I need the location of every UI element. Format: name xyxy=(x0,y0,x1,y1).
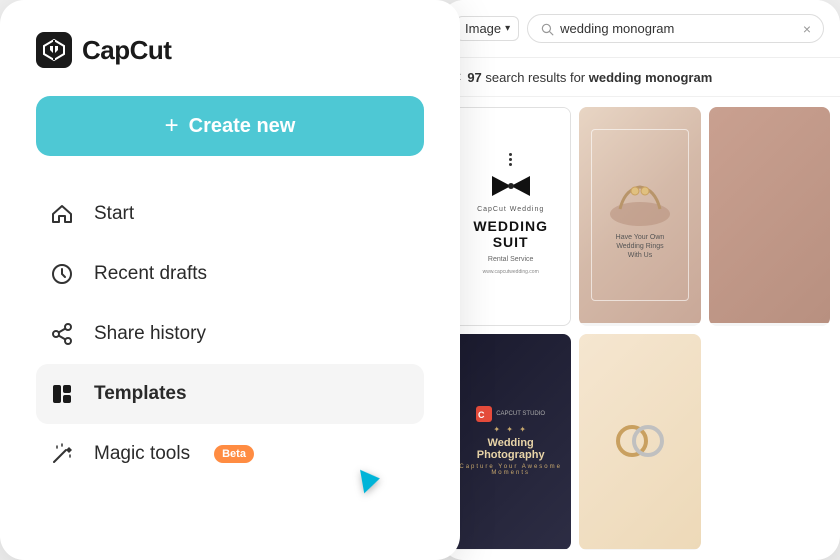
image-filter-label: Image xyxy=(465,21,501,36)
image-grid: CapCut Wedding WEDDING SUIT Rental Servi… xyxy=(440,97,840,560)
share-icon xyxy=(48,320,76,348)
sidebar-item-share-history[interactable]: Share history xyxy=(36,304,424,364)
logo-area: CapCut xyxy=(36,32,424,68)
rings-preview xyxy=(579,334,700,550)
wedding-photo-subtitle: ✦ ✦ ✦ xyxy=(493,425,528,434)
search-bar: Image ▾ × xyxy=(440,0,840,58)
plus-icon: + xyxy=(165,114,179,138)
right-panel: Image ▾ × ‹ 97 search results for weddin… xyxy=(440,0,840,560)
jewelry-caption-text: Have Your OwnWedding RingsWith Us xyxy=(616,233,665,260)
jewelry-preview: Have Your OwnWedding RingsWith Us xyxy=(579,107,700,323)
sidebar-item-share-history-label: Share history xyxy=(94,323,206,345)
create-button-label: Create new xyxy=(189,115,296,138)
search-icon xyxy=(540,22,554,36)
clear-search-button[interactable]: × xyxy=(803,22,811,36)
results-query: wedding monogram xyxy=(589,70,713,85)
card-caption-rings: Rings xyxy=(579,549,700,550)
card-caption-jewelry: Jewelry Wedding Rings Promotion Instagra… xyxy=(579,323,700,326)
partial-preview xyxy=(709,107,830,323)
image-card-jewelry[interactable]: Have Your OwnWedding RingsWith Us Jewelr… xyxy=(579,107,700,326)
card-caption-wedding-photo: Wedding Photography xyxy=(450,549,571,550)
studio-logo: C CAPCUT STUDIO xyxy=(476,406,545,422)
dropdown-arrow-icon: ▾ xyxy=(505,23,510,34)
clock-icon xyxy=(48,260,76,288)
nav-items: Start Recent drafts xyxy=(36,184,424,484)
wedding-photo-title: WeddingPhotography xyxy=(477,437,545,461)
capcut-logo-icon xyxy=(36,32,72,68)
suit-title-text: WEDDING SUIT xyxy=(463,219,558,250)
home-icon xyxy=(48,200,76,228)
cursor-pointer xyxy=(360,467,382,494)
sidebar-item-templates-label: Templates xyxy=(94,383,187,405)
results-count-text: 97 search results for wedding monogram xyxy=(467,70,712,85)
jewelry-frame: Have Your OwnWedding RingsWith Us xyxy=(591,129,688,302)
suit-decoration xyxy=(509,153,512,166)
image-card-rings[interactable]: Rings xyxy=(579,334,700,551)
suit-brand-text: CapCut Wedding xyxy=(477,206,544,213)
sidebar-item-magic-tools-label: Magic tools xyxy=(94,443,190,465)
card-caption-wedding-suit: Wedding rental service Instagram story xyxy=(451,320,570,325)
sidebar-item-start[interactable]: Start xyxy=(36,184,424,244)
magic-icon xyxy=(48,440,76,468)
wedding-photo-preview: C CAPCUT STUDIO ✦ ✦ ✦ WeddingPhotography… xyxy=(450,334,571,550)
wedding-suit-preview: CapCut Wedding WEDDING SUIT Rental Servi… xyxy=(451,108,570,320)
suit-url-text: www.capcutwedding.com xyxy=(483,269,539,275)
svg-text:C: C xyxy=(478,410,485,420)
rings-svg-icon xyxy=(610,416,670,466)
create-new-button[interactable]: + Create new xyxy=(36,96,424,156)
card-caption-partial: We... xyxy=(709,323,830,326)
search-input[interactable] xyxy=(560,21,797,36)
hands-rings-icon xyxy=(600,169,680,229)
sidebar-item-recent-drafts-label: Recent drafts xyxy=(94,263,207,285)
image-filter-dropdown[interactable]: Image ▾ xyxy=(456,16,519,41)
sidebar-item-templates[interactable]: Templates xyxy=(36,364,424,424)
sidebar-item-start-label: Start xyxy=(94,203,134,225)
app-title: CapCut xyxy=(82,35,171,66)
sidebar-item-recent-drafts[interactable]: Recent drafts xyxy=(36,244,424,304)
suit-subtitle-text: Rental Service xyxy=(488,256,534,263)
beta-badge: Beta xyxy=(214,445,254,463)
bow-tie-icon xyxy=(486,172,536,200)
search-results-header: ‹ 97 search results for wedding monogram xyxy=(440,58,840,97)
search-input-wrapper: × xyxy=(527,14,824,43)
results-count: 97 xyxy=(467,70,481,85)
results-label: search results for xyxy=(485,70,588,85)
image-card-wedding-photo[interactable]: C CAPCUT STUDIO ✦ ✦ ✦ WeddingPhotography… xyxy=(450,334,571,551)
image-card-wedding-suit[interactable]: CapCut Wedding WEDDING SUIT Rental Servi… xyxy=(450,107,571,326)
wedding-photo-tagline: Capture Your Awesome Moments xyxy=(458,464,563,476)
templates-icon xyxy=(48,380,76,408)
left-panel: CapCut + Create new Start Recent dra xyxy=(0,0,460,560)
image-card-partial[interactable]: We... xyxy=(709,107,830,326)
